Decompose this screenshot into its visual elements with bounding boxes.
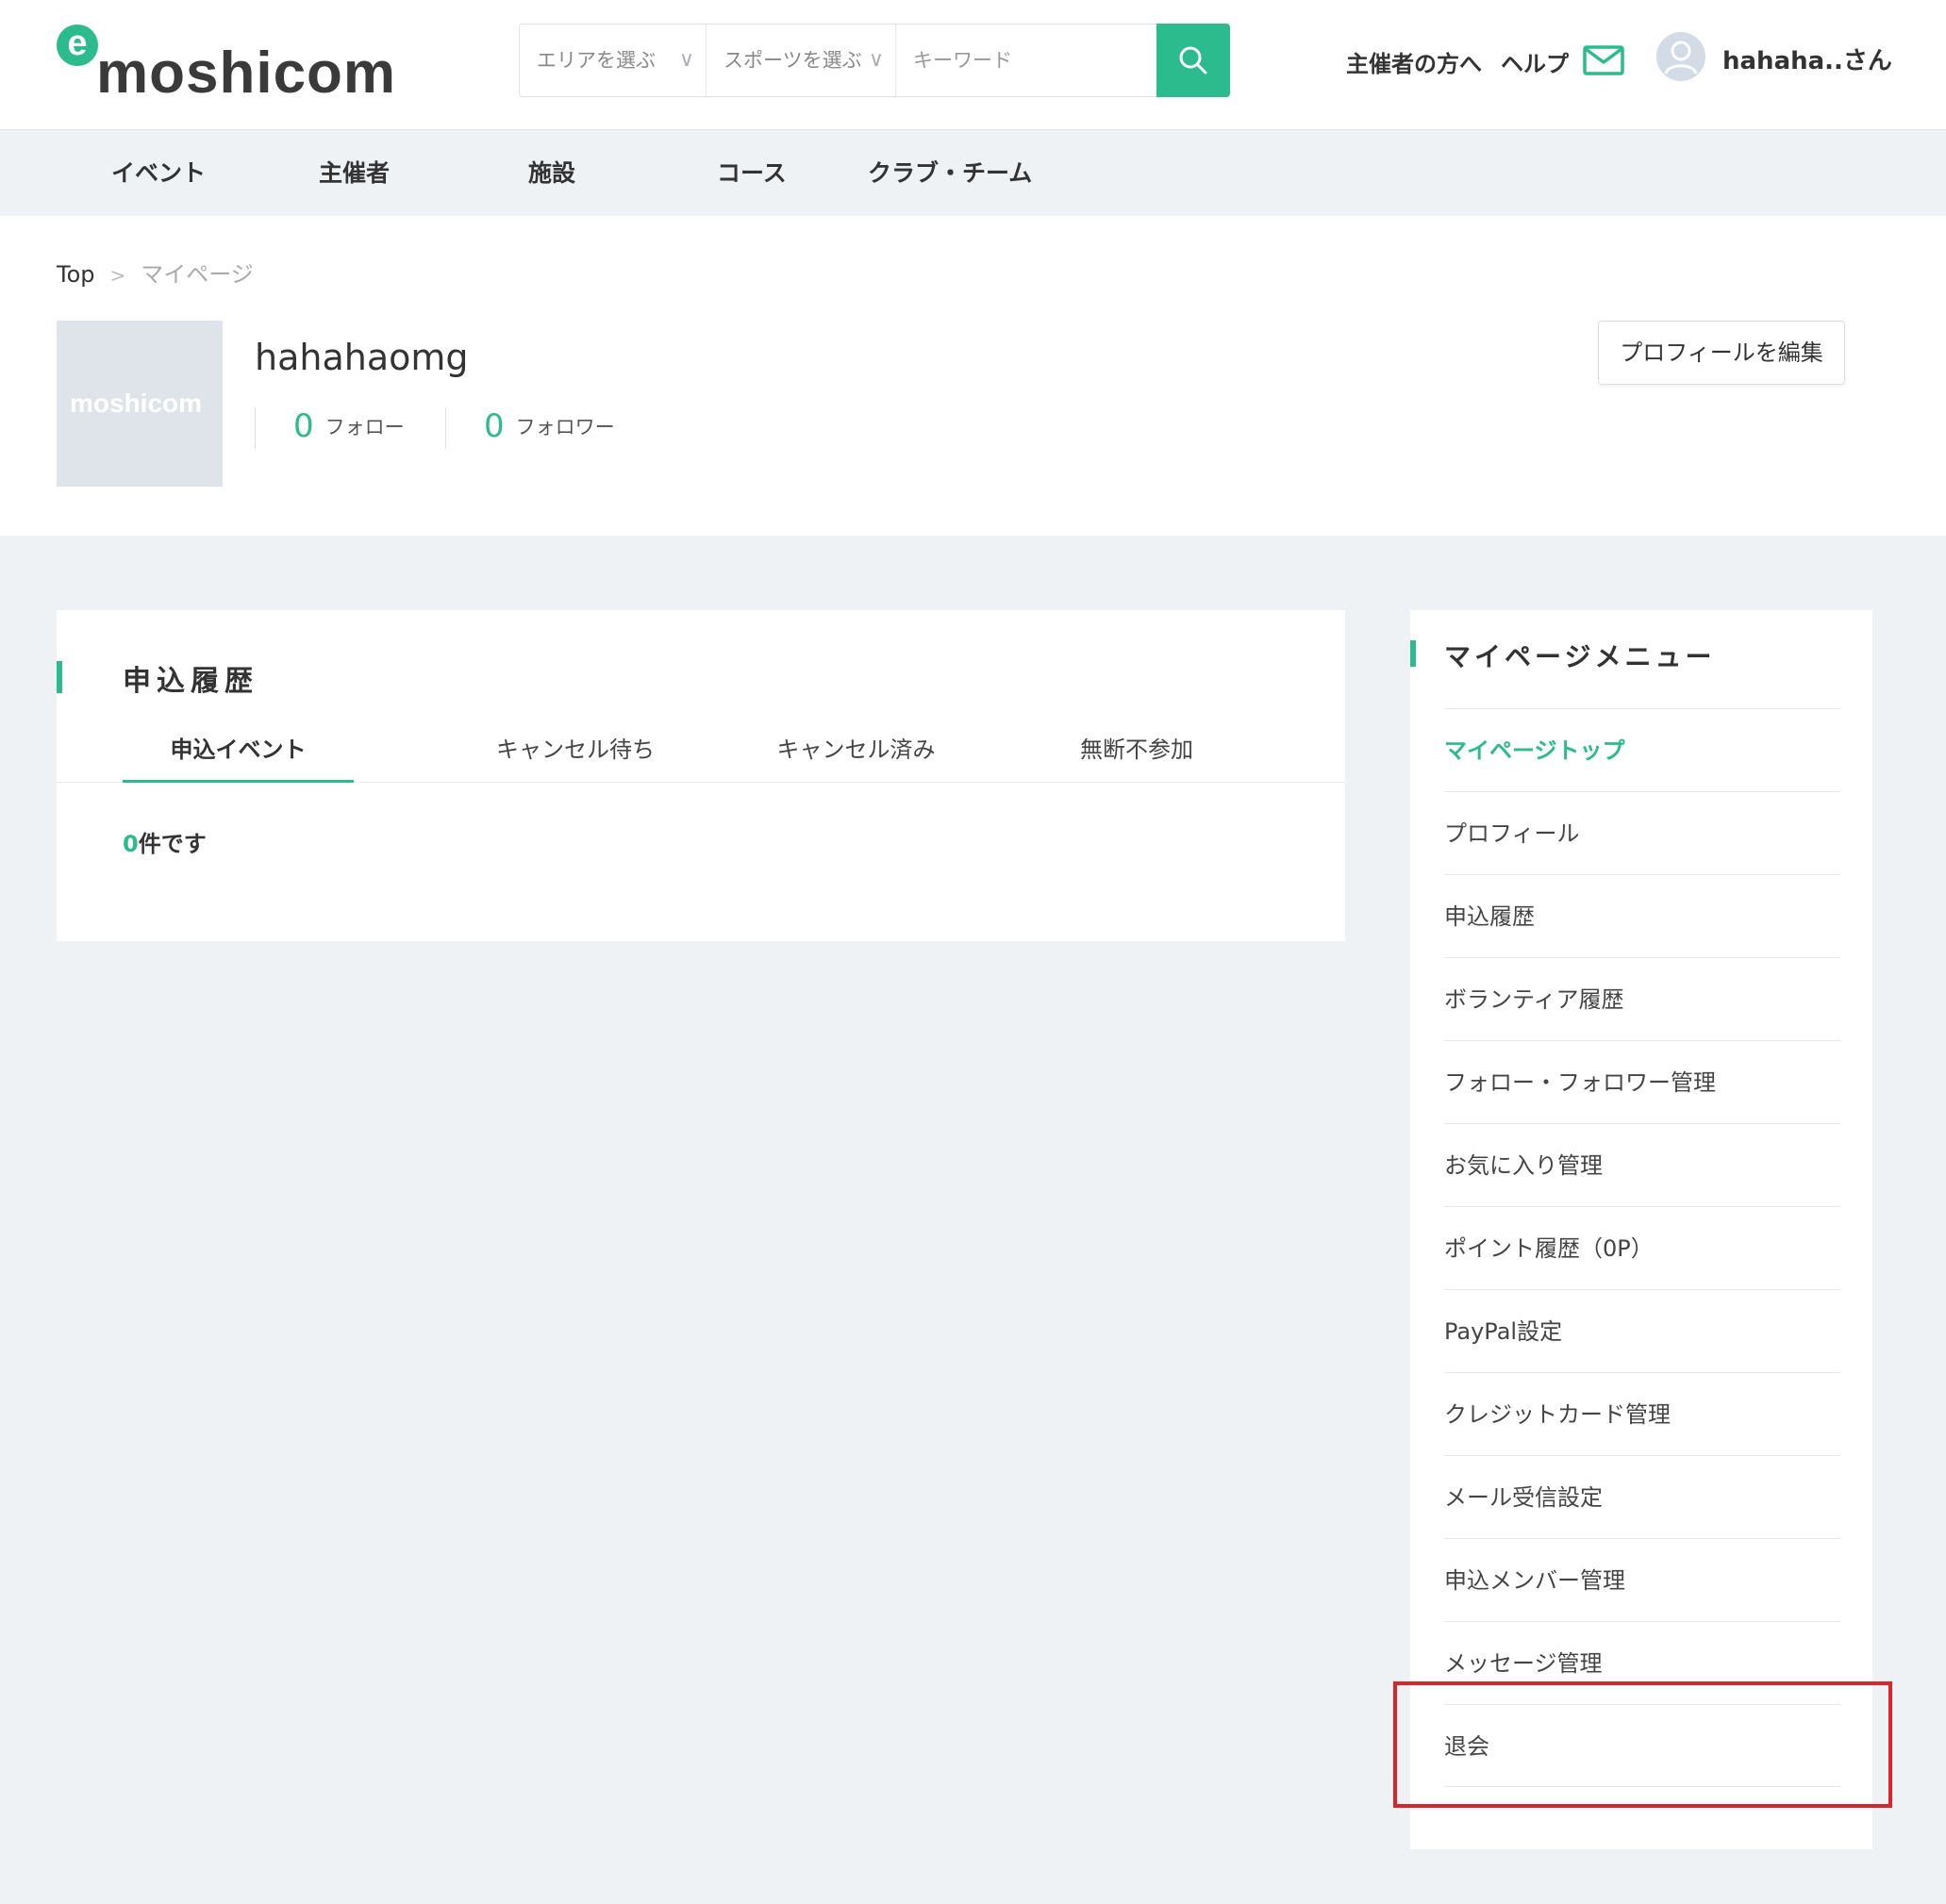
result-count-number: 0 [123, 831, 139, 857]
menu-item-favorites[interactable]: お気に入り管理 [1444, 1123, 1840, 1206]
profile-image-placeholder-logo: moshicom [70, 389, 203, 418]
sport-select[interactable]: スポーツを選ぶ ∨ [707, 25, 896, 96]
nav-item-facilities[interactable]: 施設 [528, 131, 575, 216]
result-count-suffix: 件です [138, 831, 207, 857]
section-accent-bar [57, 661, 62, 693]
breadcrumb: Top > マイページ [57, 256, 254, 289]
tab-applied-events[interactable]: 申込イベント [123, 723, 354, 783]
tab-cancelled[interactable]: キャンセル済み [717, 723, 995, 783]
profile-name: hahahaomg [255, 337, 469, 378]
help-link[interactable]: ヘルプ [1501, 45, 1569, 78]
avatar[interactable] [1656, 32, 1705, 81]
chevron-down-icon: ∨ [678, 48, 694, 72]
breadcrumb-top-link[interactable]: Top [57, 261, 95, 288]
search-button[interactable] [1156, 24, 1230, 97]
mypage-side-menu: マイページメニュー マイページトップ プロフィール 申込履歴 ボランティア履歴 … [1410, 610, 1872, 1849]
follow-stat[interactable]: 0 フォロー [255, 407, 405, 449]
menu-item-message-management[interactable]: メッセージ管理 [1444, 1621, 1840, 1704]
application-history-card: 申込履歴 申込イベント キャンセル待ち キャンセル済み 無断不参加 0件です [57, 610, 1345, 941]
result-count: 0件です [123, 825, 207, 858]
area-select-label: エリアを選ぶ [537, 49, 656, 72]
follow-label: フォロー [324, 416, 405, 439]
global-nav: イベント 主催者 施設 コース クラブ・チーム [0, 131, 1946, 216]
chevron-down-icon: ∨ [868, 48, 884, 72]
history-tabs: 申込イベント キャンセル待ち キャンセル済み 無断不参加 [57, 723, 1345, 783]
follower-count: 0 [484, 407, 505, 445]
user-icon [1664, 41, 1698, 75]
nav-item-courses[interactable]: コース [717, 131, 787, 216]
organizer-link[interactable]: 主催者の方へ [1346, 45, 1482, 78]
edit-profile-button[interactable]: プロフィールを編集 [1598, 321, 1845, 385]
menu-item-credit-card[interactable]: クレジットカード管理 [1444, 1372, 1840, 1455]
menu-item-follow-management[interactable]: フォロー・フォロワー管理 [1444, 1040, 1840, 1123]
breadcrumb-current: マイページ [141, 261, 254, 288]
keyword-input[interactable] [896, 25, 1156, 96]
search-bar: エリアを選ぶ ∨ スポーツを選ぶ ∨ [519, 24, 1230, 97]
search-icon [1179, 46, 1207, 75]
side-menu-title: マイページメニュー [1444, 641, 1716, 672]
logo-wordmark: moshicom [96, 41, 397, 106]
menu-item-point-history[interactable]: ポイント履歴（0P） [1444, 1206, 1840, 1289]
site-header: e moshicom エリアを選ぶ ∨ スポーツを選ぶ ∨ 主催者の方へ ヘルプ… [0, 0, 1946, 130]
menu-item-application-history[interactable]: 申込履歴 [1444, 874, 1840, 957]
section-title: 申込履歴 [123, 665, 258, 698]
section-accent-bar [1410, 640, 1416, 667]
follower-stat[interactable]: 0 フォロワー [445, 407, 615, 449]
breadcrumb-separator: > [109, 264, 126, 287]
sport-select-label: スポーツを選ぶ [724, 49, 862, 72]
nav-item-clubs[interactable]: クラブ・チーム [868, 131, 1032, 216]
menu-item-profile[interactable]: プロフィール [1444, 791, 1840, 874]
user-name[interactable]: hahaha..さん [1722, 41, 1892, 76]
area-select[interactable]: エリアを選ぶ ∨ [520, 25, 707, 96]
profile-section: Top > マイページ moshicom hahahaomg 0 フォロー 0 フォロワ… [0, 216, 1946, 536]
menu-item-volunteer-history[interactable]: ボランティア履歴 [1444, 957, 1840, 1040]
tab-waitlist[interactable]: キャンセル待ち [434, 723, 717, 783]
nav-item-organizers[interactable]: 主催者 [319, 131, 390, 216]
menu-item-mypage-top[interactable]: マイページトップ [1444, 708, 1840, 791]
follower-label: フォロワー [515, 416, 615, 439]
menu-item-mail-settings[interactable]: メール受信設定 [1444, 1455, 1840, 1538]
side-menu-list: マイページトップ プロフィール 申込履歴 ボランティア履歴 フォロー・フォロワー… [1444, 708, 1840, 1787]
profile-image: moshicom [57, 321, 223, 487]
menu-item-member-management[interactable]: 申込メンバー管理 [1444, 1538, 1840, 1621]
follow-count: 0 [293, 407, 314, 445]
tab-no-show[interactable]: 無断不参加 [995, 723, 1278, 783]
mail-icon[interactable] [1583, 45, 1624, 75]
menu-item-paypal-settings[interactable]: PayPal設定 [1444, 1289, 1840, 1372]
logo-e-mark: e [57, 25, 98, 66]
menu-item-withdraw[interactable]: 退会 [1444, 1704, 1840, 1787]
nav-item-events[interactable]: イベント [111, 131, 206, 216]
